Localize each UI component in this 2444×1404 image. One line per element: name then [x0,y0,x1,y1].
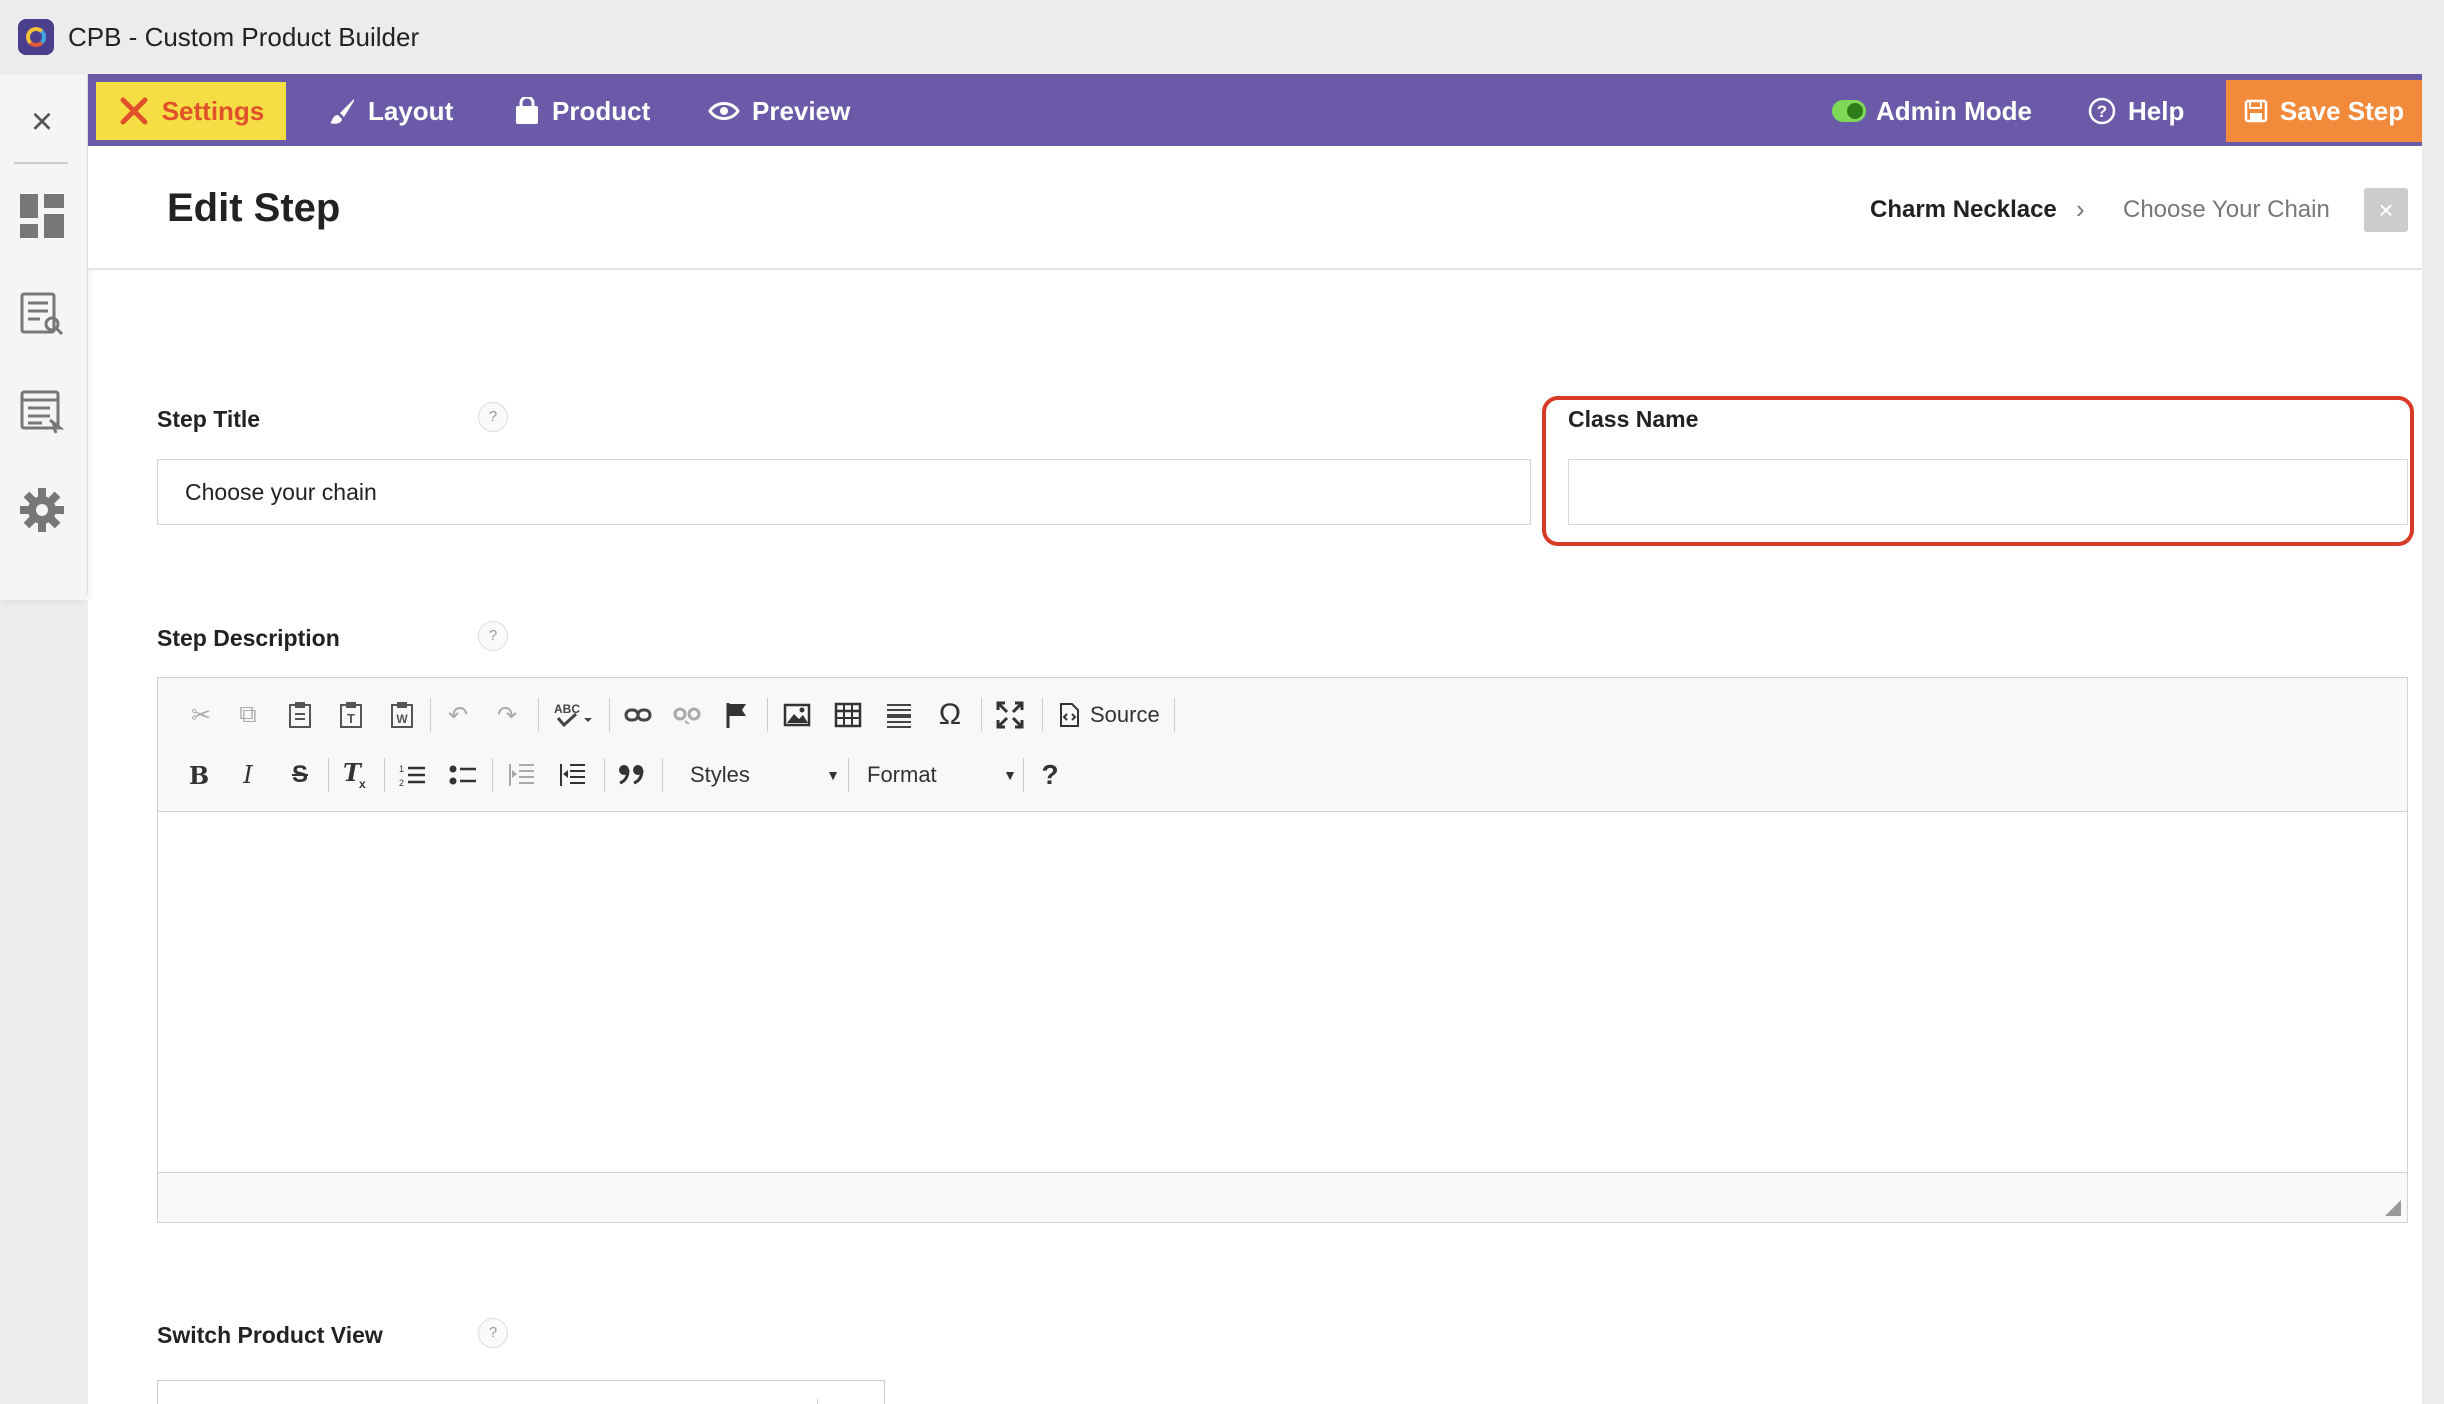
blockquote-icon[interactable] [614,757,650,793]
source-icon [1060,703,1079,727]
paste-word-icon[interactable]: W [384,697,420,733]
remove-format-icon[interactable]: Tx [338,757,374,793]
eye-icon [708,102,740,120]
title-bar: CPB - Custom Product Builder [0,0,2444,74]
editor-content-area[interactable] [158,812,2407,1172]
dropdown-arrow-icon: ▼ [1003,767,1017,783]
tab-layout[interactable]: Layout [328,82,453,140]
help-circle-icon: ? [2088,97,2116,125]
settings-list-icon[interactable] [18,388,66,436]
copy-icon[interactable]: ⧉ [230,697,266,733]
save-step-button[interactable]: Save Step [2226,80,2422,142]
page-header: Edit Step Charm Necklace › Choose Your C… [88,146,2422,270]
paste-text-icon[interactable]: T [333,697,369,733]
tools-icon [120,97,148,125]
source-label: Source [1090,702,1160,727]
step-title-input[interactable] [157,459,1531,525]
save-step-label: Save Step [2279,95,2405,126]
strikethrough-button[interactable]: S [282,757,318,793]
list-search-icon[interactable] [18,290,66,338]
admin-mode-label: Admin Mode [1876,95,2032,126]
italic-button[interactable]: I [230,757,266,793]
class-name-label: Class Name [1568,406,1699,432]
source-button[interactable]: Source [1058,697,1168,733]
class-name-input[interactable] [1568,459,2408,525]
resize-handle-icon[interactable] [2385,1200,2401,1216]
tab-preview-label: Preview [752,95,851,126]
tab-layout-label: Layout [368,95,454,126]
table-icon[interactable] [830,697,866,733]
editor-toolbar: ✂ ⧉ T W ↶ ↷ ABC Ω Source B I S T x 1 2 S… [158,678,2407,812]
chevron-right-icon: › [2076,194,2085,224]
app-logo-icon [18,19,54,55]
outdent-icon[interactable] [503,757,539,793]
svg-text:1: 1 [399,764,404,774]
image-icon[interactable] [779,697,815,733]
help-label: Help [2128,95,2185,126]
toggle-icon [1832,100,1866,122]
styles-label: Styles [690,762,750,787]
redo-icon[interactable]: ↷ [489,697,525,733]
svg-text:ABC: ABC [554,702,580,716]
bold-button[interactable]: B [181,757,217,793]
gear-icon[interactable] [18,486,66,534]
tab-product[interactable]: Product [514,82,650,140]
sidebar: × [0,74,88,600]
format-label: Format [867,762,937,787]
rich-text-editor: ✂ ⧉ T W ↶ ↷ ABC Ω Source B I S T x 1 2 S… [157,677,2408,1223]
bag-icon [516,97,538,124]
spellcheck-icon[interactable]: ABC [550,697,598,733]
save-icon [2244,99,2268,123]
link-icon[interactable] [620,697,656,733]
svg-text:?: ? [2097,102,2107,121]
svg-text:2: 2 [399,778,404,788]
tab-preview[interactable]: Preview [708,82,850,140]
close-icon[interactable]: × [22,102,62,142]
breadcrumb-product[interactable]: Charm Necklace [1870,196,2057,224]
styles-dropdown[interactable]: Styles ▼ [690,757,840,793]
switch-product-view-label: Switch Product View [157,1322,383,1348]
dropdown-arrow-icon: ▼ [826,767,840,783]
tab-settings[interactable]: Settings [96,82,286,140]
bulleted-list-icon[interactable] [445,757,481,793]
brush-icon [330,99,354,124]
svg-text:W: W [396,712,408,726]
indent-icon[interactable] [554,757,590,793]
undo-icon[interactable]: ↶ [440,697,476,733]
switch-product-view-select[interactable] [157,1380,885,1404]
svg-text:x: x [359,777,366,790]
window-title: CPB - Custom Product Builder [68,21,420,52]
special-char-icon[interactable]: Ω [932,697,968,733]
tab-product-label: Product [552,95,651,126]
tab-settings-label: Settings [161,95,265,126]
top-nav: Settings Layout Product Preview Admin Mo… [88,74,2422,146]
editor-footer [158,1172,2407,1222]
numbered-list-icon[interactable]: 12 [394,757,430,793]
paste-icon[interactable] [282,697,318,733]
editor-help-button[interactable]: ? [1032,757,1068,793]
help-icon[interactable]: ? [478,402,508,432]
format-dropdown[interactable]: Format ▼ [867,757,1017,793]
cut-icon[interactable]: ✂ [183,697,219,733]
breadcrumb-step: Choose Your Chain [2123,196,2330,223]
left-gutter [66,600,88,1404]
page-title: Edit Step [167,186,341,230]
help-icon[interactable]: ? [478,1318,508,1348]
admin-mode-toggle[interactable]: Admin Mode [1832,82,2032,140]
dashboard-icon[interactable] [18,192,66,240]
step-description-label: Step Description [157,625,340,651]
close-button[interactable]: × [2364,188,2408,232]
step-title-label: Step Title [157,406,261,432]
maximize-icon[interactable] [992,697,1028,733]
anchor-flag-icon[interactable] [718,697,754,733]
help-button[interactable]: ? Help [2088,82,2184,140]
select-divider [817,1399,818,1404]
unlink-icon[interactable] [669,697,705,733]
horizontal-line-icon[interactable] [881,697,917,733]
help-icon[interactable]: ? [478,621,508,651]
sidebar-divider [14,162,68,164]
svg-text:T: T [347,711,355,726]
